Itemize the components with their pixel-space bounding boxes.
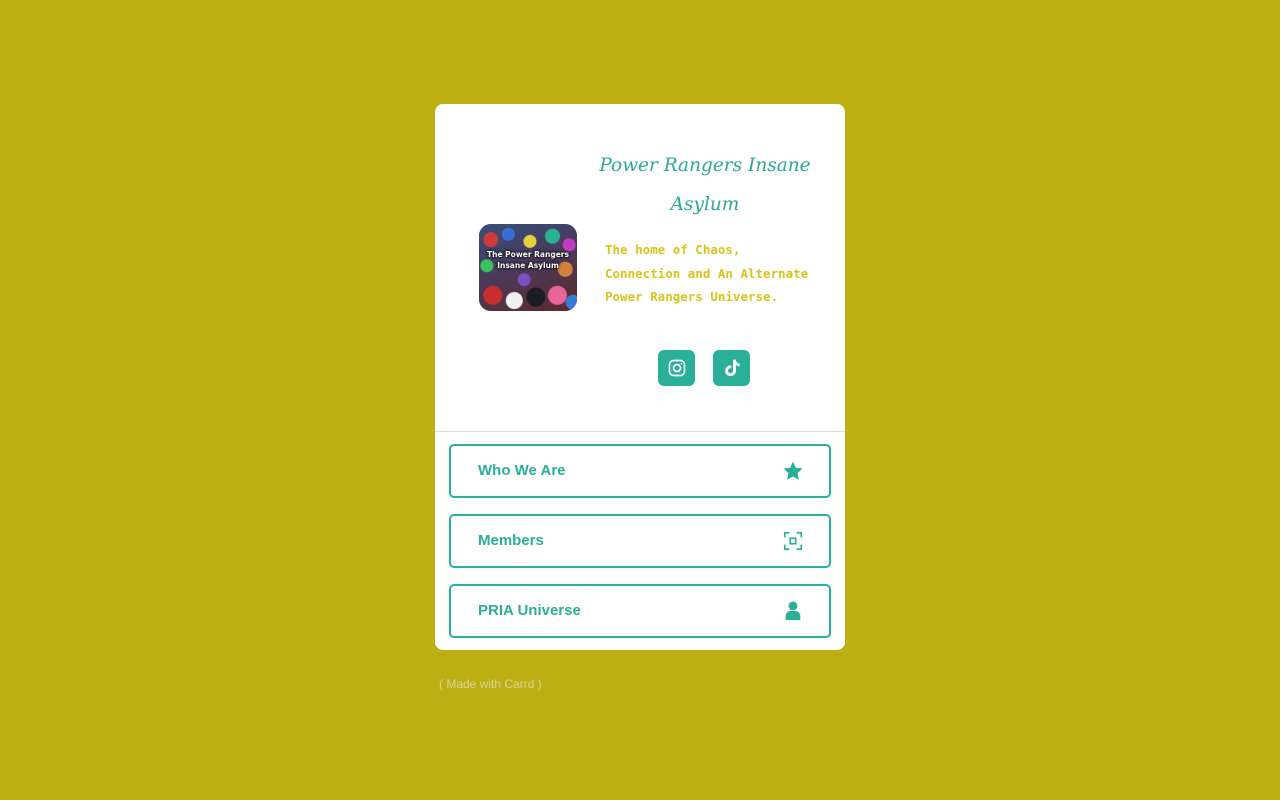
- focus-frame-icon: [783, 531, 803, 551]
- page-title: Power Rangers Insane Asylum: [599, 155, 811, 215]
- logo-text: The Power Rangers Insane Asylum: [487, 250, 569, 270]
- profile-card: The Power Rangers Insane Asylum Power Ra…: [435, 104, 845, 650]
- tiktok-icon: [724, 359, 740, 377]
- instagram-button[interactable]: [658, 350, 695, 386]
- site-logo: The Power Rangers Insane Asylum: [479, 224, 577, 311]
- social-links: [658, 350, 750, 386]
- tiktok-button[interactable]: [713, 350, 750, 386]
- instagram-icon: [668, 359, 685, 377]
- who-we-are-label: Who We Are: [478, 462, 566, 479]
- pria-universe-label: PRIA Universe: [478, 602, 581, 619]
- who-we-are-button[interactable]: Who We Are: [449, 444, 831, 498]
- star-icon: [783, 461, 803, 480]
- user-icon: [785, 601, 801, 621]
- pria-universe-button[interactable]: PRIA Universe: [449, 584, 831, 638]
- profile-header: The Power Rangers Insane Asylum Power Ra…: [435, 104, 845, 431]
- site-tagline: The home of Chaos, Connection and An Alt…: [605, 242, 809, 305]
- members-button[interactable]: Members: [449, 514, 831, 568]
- members-label: Members: [478, 532, 544, 549]
- section-divider: [435, 431, 845, 432]
- made-with-carrd-link[interactable]: ( Made with Carrd ): [439, 677, 542, 691]
